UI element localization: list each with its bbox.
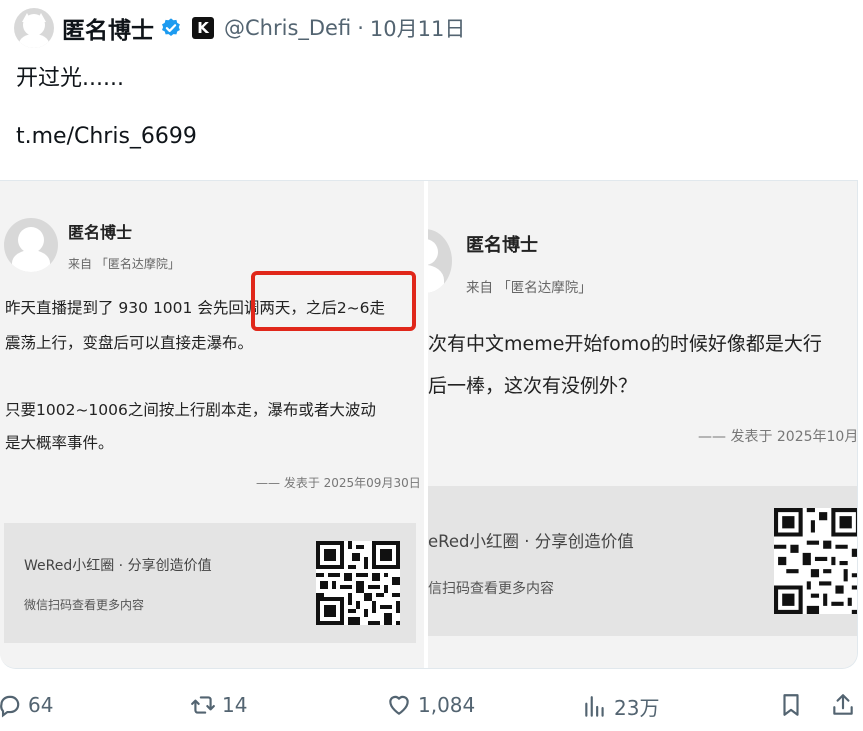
tweet-date[interactable]: 10月11日 xyxy=(370,13,465,43)
reply-button[interactable]: 64 xyxy=(0,692,53,718)
share-button[interactable] xyxy=(830,692,862,718)
card-published-date: —— 发表于 2025年09月30日 xyxy=(256,476,421,490)
footer-subtitle: 信扫码查看更多内容 xyxy=(428,581,554,597)
card-avatar xyxy=(4,218,58,272)
footer-subtitle: 微信扫码查看更多内容 xyxy=(24,598,145,612)
card-body-line: 震荡上行，变盘后可以直接走瀑布。 xyxy=(5,334,254,352)
qr-code-icon xyxy=(316,541,400,625)
repost-count: 14 xyxy=(222,693,248,717)
repost-icon xyxy=(191,696,215,714)
tweet-media[interactable]: 匿名博士 来自 「匿名达摩院」 昨天直播提到了 930 1001 会先回调两天，… xyxy=(0,180,858,669)
card-body-line: 后一棒，这次有没例外？ xyxy=(428,375,638,397)
card-body-line: 是大概率事件。 xyxy=(5,434,114,452)
card-footer: WeRed小红圈 · 分享创造价值 微信扫码查看更多内容 xyxy=(4,523,416,643)
reply-count: 64 xyxy=(28,693,54,717)
views-count: 23万 xyxy=(614,696,660,720)
tweet-link[interactable]: t.me/Chris_6699 xyxy=(16,124,197,149)
verified-badge-icon xyxy=(162,18,180,36)
author-name[interactable]: 匿名博士 xyxy=(62,11,154,45)
affiliate-badge-icon: K xyxy=(192,17,214,39)
card-avatar xyxy=(428,229,452,293)
media-image-left[interactable]: 匿名博士 来自 「匿名达摩院」 昨天直播提到了 930 1001 会先回调两天，… xyxy=(0,181,424,668)
tweet-text-line-1: 开过光...... xyxy=(16,66,124,91)
media-image-right[interactable]: 匿名博士 来自 「匿名达摩院」 次有中文meme开始fomo的时候好像都是大行 … xyxy=(428,181,857,668)
reply-icon xyxy=(0,695,20,718)
tweet-actions: 64 14 1,084 23万 xyxy=(0,688,863,724)
bookmark-button[interactable] xyxy=(778,692,810,718)
header-separator: · xyxy=(357,16,364,40)
highlight-box xyxy=(251,271,416,331)
author-handle[interactable]: @Chris_Defi xyxy=(224,16,351,40)
like-button[interactable]: 1,084 xyxy=(386,692,475,718)
bookmark-icon xyxy=(783,694,799,716)
card-source: 来自 「匿名达摩院」 xyxy=(68,257,180,271)
card-source: 来自 「匿名达摩院」 xyxy=(466,280,592,296)
views-icon xyxy=(585,695,604,717)
repost-button[interactable]: 14 xyxy=(190,692,247,718)
qr-code-icon xyxy=(774,508,857,614)
like-count: 1,084 xyxy=(418,693,476,717)
views-button[interactable]: 23万 xyxy=(582,692,659,721)
card-author-name: 匿名博士 xyxy=(68,223,133,242)
footer-title: eRed小红圈 · 分享创造价值 xyxy=(428,532,634,551)
card-body-line: 只要1002~1006之间按上行剧本走，瀑布或者大波动 xyxy=(5,401,376,419)
tweet-header: 匿名博士 K @Chris_Defi · 10月11日 xyxy=(14,8,465,48)
card-author-name: 匿名博士 xyxy=(466,235,538,256)
footer-title: WeRed小红圈 · 分享创造价值 xyxy=(24,558,212,574)
card-body-line: 次有中文meme开始fomo的时候好像都是大行 xyxy=(428,333,822,355)
share-icon xyxy=(833,694,853,715)
card-published-date: —— 发表于 2025年10月 xyxy=(698,429,857,445)
heart-icon xyxy=(389,695,409,715)
card-footer: eRed小红圈 · 分享创造价值 信扫码查看更多内容 xyxy=(428,486,857,636)
author-avatar[interactable] xyxy=(14,8,54,48)
